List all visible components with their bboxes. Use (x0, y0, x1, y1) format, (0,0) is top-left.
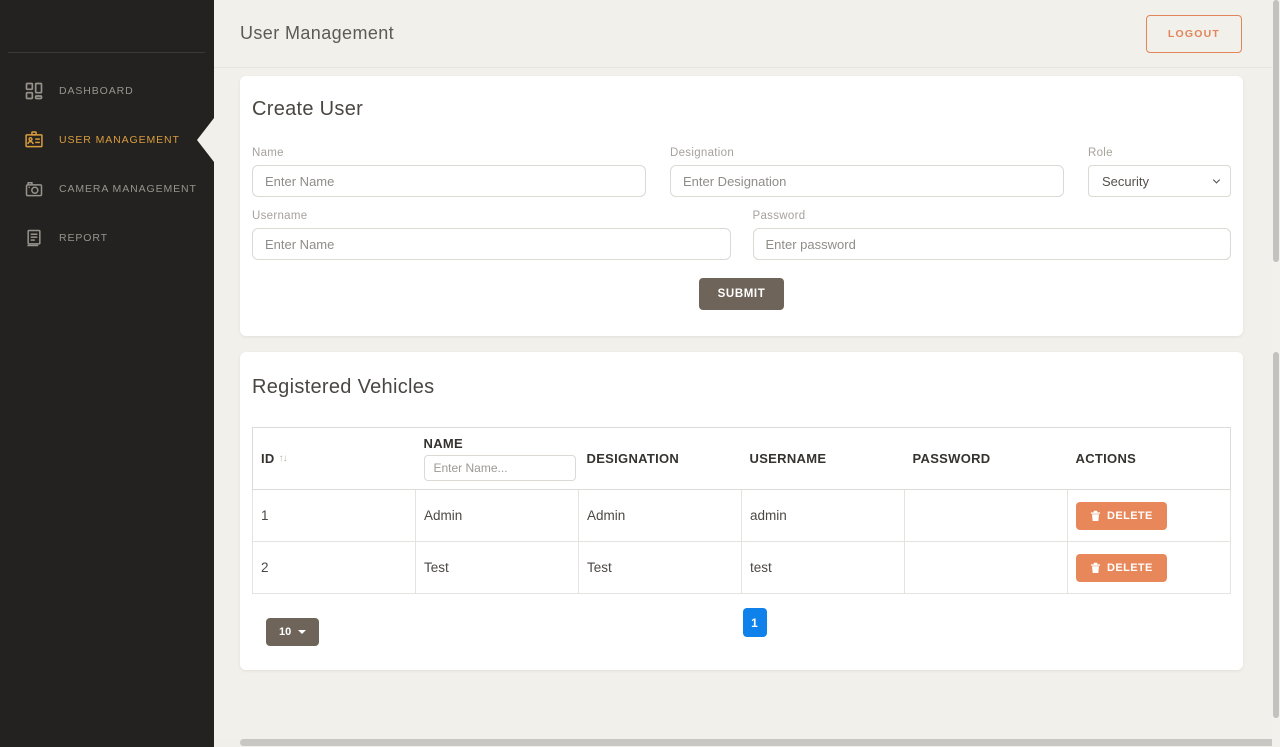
name-filter-input[interactable] (424, 455, 576, 481)
username-input[interactable] (252, 228, 731, 260)
password-input[interactable] (753, 228, 1232, 260)
cell-name: Admin (416, 490, 579, 542)
trash-icon (1090, 510, 1101, 522)
column-header-name: NAME (416, 428, 579, 490)
logout-button[interactable]: LOGOUT (1146, 15, 1242, 53)
column-header-label: USERNAME (750, 451, 827, 466)
sidebar-item-report[interactable]: REPORT (0, 213, 214, 262)
caret-down-icon (298, 630, 306, 634)
table-wrap: ID ↑↓ NAME DESIGNATION (252, 427, 1231, 594)
vertical-scrollbar-thumb-top[interactable] (1273, 0, 1279, 262)
password-field-group: Password (753, 210, 1232, 260)
user-card-icon (24, 130, 44, 150)
table-row: 2 Test Test test (253, 542, 1231, 594)
sidebar-item-user-management[interactable]: USER MANAGEMENT (0, 115, 214, 164)
sidebar-item-dashboard[interactable]: DASHBOARD (0, 66, 214, 115)
designation-label: Designation (670, 147, 1064, 159)
name-input[interactable] (252, 165, 646, 197)
horizontal-scrollbar-thumb[interactable] (240, 739, 1280, 746)
cell-password (905, 542, 1068, 594)
table-row: 1 Admin Admin admin (253, 490, 1231, 542)
content: Create User Name Designation Role (214, 68, 1272, 670)
column-header-label: DESIGNATION (587, 451, 680, 466)
active-item-notch (197, 118, 214, 162)
sidebar-item-label: CAMERA MANAGEMENT (59, 183, 197, 195)
column-header-username: USERNAME (742, 428, 905, 490)
column-header-label: ACTIONS (1076, 451, 1137, 466)
page-size-value: 10 (279, 626, 291, 638)
sidebar-item-label: USER MANAGEMENT (59, 134, 180, 146)
vertical-scrollbar-thumb-bottom[interactable] (1273, 352, 1279, 718)
delete-button[interactable]: DELETE (1076, 554, 1167, 582)
report-icon (24, 228, 44, 248)
column-header-id[interactable]: ID ↑↓ (253, 428, 416, 490)
column-header-actions: ACTIONS (1068, 428, 1231, 490)
role-select[interactable]: Security (1088, 165, 1231, 197)
vertical-scrollbar (1272, 0, 1280, 747)
page-1-button[interactable]: 1 (743, 608, 767, 637)
cell-username: test (742, 542, 905, 594)
name-field-group: Name (252, 147, 646, 197)
dashboard-icon (24, 81, 44, 101)
page-title: User Management (240, 23, 394, 44)
pagination: 10 1 (252, 608, 1231, 648)
sidebar-nav: DASHBOARD USER MANAGEMENT (0, 66, 214, 262)
top-header: User Management LOGOUT (214, 0, 1272, 68)
column-header-label: PASSWORD (913, 451, 991, 466)
sidebar-divider (8, 52, 205, 53)
role-field-group: Role Security (1088, 147, 1231, 197)
name-label: Name (252, 147, 646, 159)
main-area: User Management LOGOUT Create User Name … (214, 0, 1272, 747)
column-header-label: NAME (424, 436, 571, 451)
create-user-form: Name Designation Role Security (252, 147, 1231, 310)
column-header-password: PASSWORD (905, 428, 1068, 490)
designation-field-group: Designation (670, 147, 1064, 197)
trash-icon (1090, 562, 1101, 574)
cell-actions: DELETE (1068, 542, 1231, 594)
cell-id: 2 (253, 542, 416, 594)
page-size-dropdown[interactable]: 10 (266, 618, 319, 646)
password-label: Password (753, 210, 1232, 222)
sidebar: DASHBOARD USER MANAGEMENT (0, 0, 214, 747)
app-window: DASHBOARD USER MANAGEMENT (0, 0, 1280, 747)
role-label: Role (1088, 147, 1231, 159)
cell-name: Test (416, 542, 579, 594)
delete-button[interactable]: DELETE (1076, 502, 1167, 530)
table-header-row: ID ↑↓ NAME DESIGNATION (253, 428, 1231, 490)
column-header-label: ID (261, 451, 275, 466)
sidebar-item-label: DASHBOARD (59, 85, 134, 97)
sort-arrows-icon[interactable]: ↑↓ (279, 453, 287, 464)
submit-button[interactable]: SUBMIT (699, 278, 785, 310)
sidebar-item-camera-management[interactable]: CAMERA MANAGEMENT (0, 164, 214, 213)
column-header-designation: DESIGNATION (579, 428, 742, 490)
cell-designation: Admin (579, 490, 742, 542)
cell-password (905, 490, 1068, 542)
sidebar-item-label: REPORT (59, 232, 108, 244)
username-label: Username (252, 210, 731, 222)
delete-button-label: DELETE (1107, 562, 1153, 574)
create-user-title: Create User (252, 98, 1231, 121)
registered-vehicles-card: Registered Vehicles ID ↑↓ (240, 352, 1243, 670)
role-select-value: Security (1102, 174, 1149, 189)
cell-username: admin (742, 490, 905, 542)
designation-input[interactable] (670, 165, 1064, 197)
cell-actions: DELETE (1068, 490, 1231, 542)
chevron-down-icon (1211, 176, 1222, 187)
delete-button-label: DELETE (1107, 510, 1153, 522)
cell-id: 1 (253, 490, 416, 542)
registered-vehicles-title: Registered Vehicles (252, 376, 1231, 399)
horizontal-scrollbar (214, 738, 1280, 747)
create-user-card: Create User Name Designation Role (240, 76, 1243, 336)
camera-icon (24, 179, 44, 199)
cell-designation: Test (579, 542, 742, 594)
username-field-group: Username (252, 210, 731, 260)
users-table: ID ↑↓ NAME DESIGNATION (252, 427, 1231, 594)
